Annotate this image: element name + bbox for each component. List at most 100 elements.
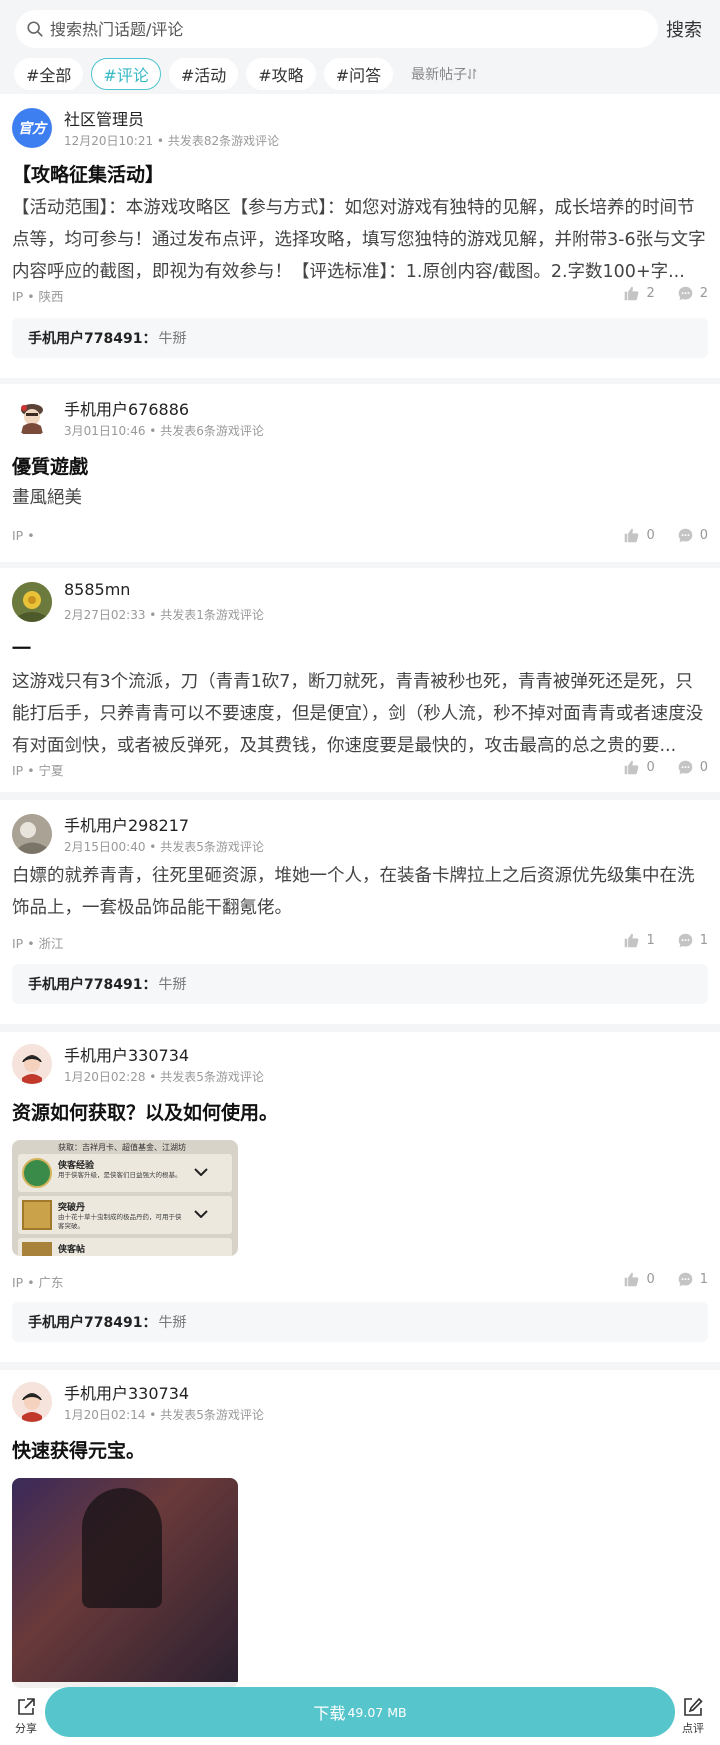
item-name: 侠客帖 bbox=[58, 1245, 86, 1255]
post-card[interactable]: 8585mn 2月27日02:33 • 共发表1条游戏评论 一 这游戏只有3个流… bbox=[0, 568, 720, 792]
username[interactable]: 8585mn bbox=[64, 580, 130, 599]
reply-user: 手机用户778491： bbox=[28, 331, 157, 347]
post-title: 優質遊戲 bbox=[12, 456, 89, 478]
comment-count: 1 bbox=[699, 1272, 708, 1287]
reply-text: 牛掰 bbox=[158, 331, 187, 347]
tab-events[interactable]: #活动 bbox=[168, 58, 239, 90]
review-label: 点评 bbox=[682, 1722, 704, 1735]
avatar[interactable] bbox=[12, 814, 52, 854]
chevron-down-icon bbox=[194, 1168, 208, 1176]
like-count: 1 bbox=[646, 933, 655, 948]
chevron-down-icon bbox=[194, 1210, 208, 1218]
post-card[interactable]: 官方 社区管理员 12月20日10:21 • 共发表82条游戏评论 【攻略征集活… bbox=[0, 94, 720, 378]
item-desc: 用于侠客升级，是侠客们日益强大的根基。 bbox=[58, 1171, 182, 1179]
post-body: 白嫖的就养青青，往死里砸资源，堆她一个人，在装备卡牌拉上之后资源优先级集中在洗饰… bbox=[12, 866, 695, 918]
like-count: 0 bbox=[646, 1272, 655, 1287]
image-item: 突破丹 由十花十草十虫制成的极品丹药，可用于侠客突破。 bbox=[18, 1196, 232, 1234]
comment-bubble-icon bbox=[678, 760, 693, 775]
post-meta: 1月20日02:28 • 共发表5条游戏评论 bbox=[64, 1070, 264, 1084]
avatar[interactable] bbox=[12, 1382, 52, 1422]
post-body: 【活动范围】：本游戏攻略区【参与方式】：如您对游戏有独特的见解，成长培养的时间节… bbox=[12, 198, 706, 282]
like-count: 2 bbox=[646, 286, 655, 301]
official-badge: 官方 bbox=[18, 121, 46, 137]
post-actions: 0 1 bbox=[601, 1271, 708, 1288]
post-meta: 1月20日02:14 • 共发表5条游戏评论 bbox=[64, 1408, 264, 1422]
post-card[interactable]: 手机用户298217 2月15日00:40 • 共发表5条游戏评论 白嫖的就养青… bbox=[0, 800, 720, 1024]
share-button[interactable]: 分享 bbox=[6, 1696, 46, 1736]
post-image[interactable] bbox=[12, 1478, 238, 1688]
username[interactable]: 手机用户676886 bbox=[64, 396, 189, 420]
comment-button[interactable]: 0 bbox=[677, 527, 708, 544]
item-name: 突破丹 bbox=[58, 1203, 86, 1213]
comment-button[interactable]: 1 bbox=[677, 932, 708, 949]
post-body: 畫風絕美 bbox=[12, 488, 82, 508]
username[interactable]: 手机用户330734 bbox=[64, 1042, 189, 1066]
post-title: 一 bbox=[12, 638, 32, 660]
username[interactable]: 手机用户298217 bbox=[64, 812, 189, 836]
image-figure bbox=[82, 1488, 162, 1608]
avatar-cartoon-icon bbox=[12, 1044, 52, 1084]
item-icon bbox=[22, 1242, 52, 1256]
tab-all[interactable]: #全部 bbox=[14, 58, 84, 90]
thumbs-up-icon bbox=[625, 528, 639, 543]
comment-button[interactable]: 2 bbox=[677, 285, 708, 302]
post-meta: 2月27日02:33 • 共发表1条游戏评论 bbox=[64, 608, 264, 622]
reply-preview[interactable]: 手机用户778491： 牛掰 bbox=[12, 964, 708, 1004]
post-card[interactable]: 手机用户676886 3月01日10:46 • 共发表6条游戏评论 優質遊戲 畫… bbox=[0, 384, 720, 562]
avatar[interactable] bbox=[12, 396, 52, 436]
comment-button[interactable]: 1 bbox=[677, 1271, 708, 1288]
username[interactable]: 社区管理员 bbox=[64, 106, 144, 130]
like-button[interactable]: 2 bbox=[623, 285, 655, 302]
post-title: 快速获得元宝。 bbox=[12, 1440, 146, 1462]
avatar[interactable] bbox=[12, 1044, 52, 1084]
image-item: 侠客经验 用于侠客升级，是侠客们日益强大的根基。 bbox=[18, 1154, 232, 1192]
username[interactable]: 手机用户330734 bbox=[64, 1380, 189, 1404]
post-card[interactable]: 手机用户330734 1月20日02:28 • 共发表5条游戏评论 资源如何获取… bbox=[0, 1032, 720, 1362]
share-label: 分享 bbox=[15, 1722, 37, 1735]
item-icon bbox=[22, 1200, 52, 1230]
comment-bubble-icon bbox=[678, 1272, 693, 1287]
search-box[interactable] bbox=[16, 10, 658, 48]
item-desc: 由十花十草十虫制成的极品丹药，可用于侠客突破。 bbox=[58, 1213, 182, 1230]
reply-user: 手机用户778491： bbox=[28, 1315, 157, 1331]
like-button[interactable]: 0 bbox=[623, 759, 655, 776]
download-button[interactable]: 下载 49.07 MB bbox=[45, 1687, 675, 1737]
sort-arrows-icon bbox=[467, 68, 477, 80]
sort-dropdown[interactable]: 最新帖子 bbox=[411, 64, 477, 84]
like-button[interactable]: 1 bbox=[623, 932, 655, 949]
topic-tabs: #全部 #评论 #活动 #攻略 #问答 最新帖子 bbox=[14, 58, 477, 90]
post-actions: 0 0 bbox=[601, 527, 708, 544]
like-button[interactable]: 0 bbox=[623, 527, 655, 544]
item-name: 侠客经验 bbox=[58, 1161, 95, 1171]
reply-preview[interactable]: 手机用户778491： 牛掰 bbox=[12, 1302, 708, 1342]
sort-label: 最新帖子 bbox=[411, 67, 468, 83]
tab-guides[interactable]: #攻略 bbox=[246, 58, 316, 90]
thumbs-up-icon bbox=[625, 286, 639, 301]
image-item: 侠客帖 bbox=[18, 1238, 232, 1256]
edit-icon bbox=[684, 1697, 703, 1716]
reply-user: 手机用户778491： bbox=[28, 977, 157, 993]
ip-location: IP • bbox=[12, 528, 35, 543]
avatar[interactable]: 官方 bbox=[12, 108, 52, 148]
search-input[interactable] bbox=[50, 19, 630, 39]
like-button[interactable]: 0 bbox=[623, 1271, 655, 1288]
ip-location: IP • 陕西 bbox=[12, 289, 64, 304]
avatar-cartoon-icon bbox=[12, 1382, 52, 1422]
comment-button[interactable]: 0 bbox=[677, 759, 708, 776]
review-button[interactable]: 点评 bbox=[673, 1696, 713, 1736]
ip-location: IP • 广东 bbox=[12, 1275, 64, 1290]
avatar-character-icon bbox=[21, 404, 43, 434]
search-button[interactable]: 搜索 bbox=[666, 16, 702, 42]
avatar[interactable] bbox=[12, 582, 52, 622]
post-title: 【攻略征集活动】 bbox=[12, 164, 165, 186]
download-size: 49.07 MB bbox=[347, 1704, 407, 1720]
tab-comments[interactable]: #评论 bbox=[91, 58, 161, 90]
post-actions: 0 0 bbox=[601, 759, 708, 776]
post-meta: 3月01日10:46 • 共发表6条游戏评论 bbox=[64, 424, 264, 438]
tab-qa[interactable]: #问答 bbox=[323, 58, 394, 90]
reply-preview[interactable]: 手机用户778491： 牛掰 bbox=[12, 318, 708, 358]
post-image[interactable]: 获取：吉祥月卡、超值基金、江湖坊 侠客经验 用于侠客升级，是侠客们日益强大的根基… bbox=[12, 1140, 238, 1256]
image-header: 获取：吉祥月卡、超值基金、江湖坊 bbox=[58, 1143, 186, 1152]
post-body: 这游戏只有3个流派，刀（青青1砍7，断刀就死，青青被秒也死，青青被弹死还是死，只… bbox=[12, 672, 704, 756]
post-meta: 12月20日10:21 • 共发表82条游戏评论 bbox=[64, 134, 280, 148]
